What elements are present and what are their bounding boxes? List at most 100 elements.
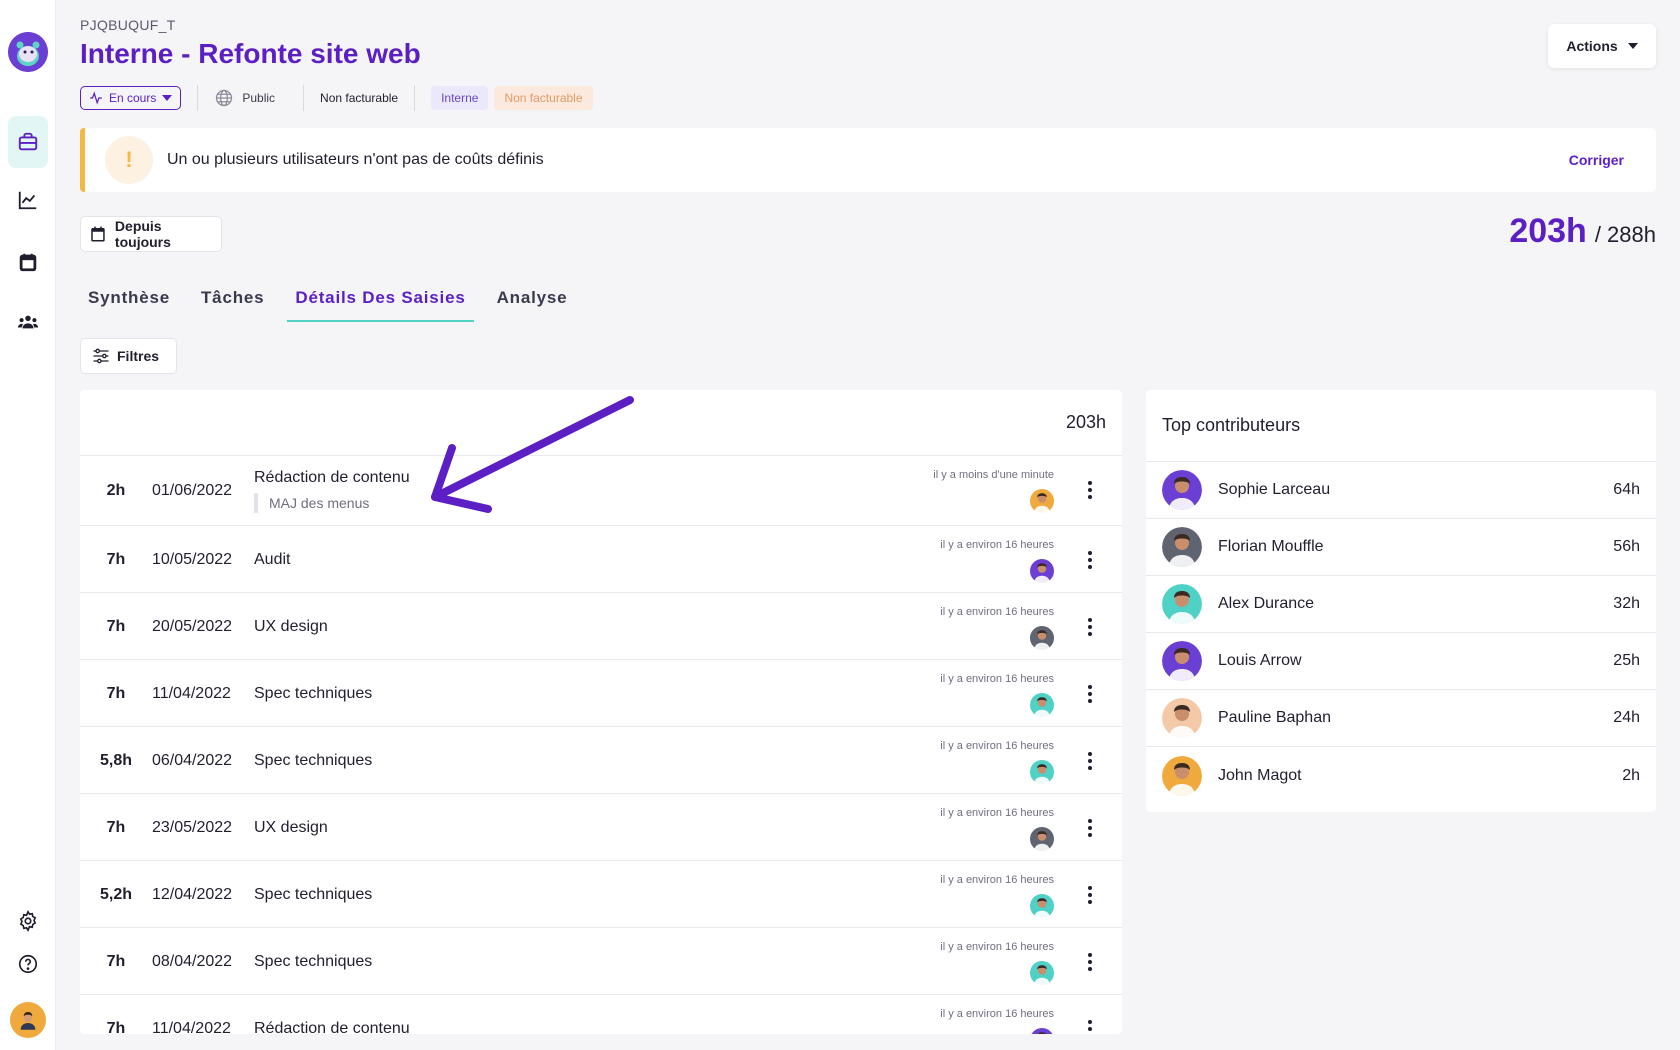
actions-button[interactable]: Actions xyxy=(1548,24,1656,68)
billing-label: Non facturable xyxy=(320,91,399,105)
nav-calendar[interactable] xyxy=(8,242,48,282)
app-logo[interactable] xyxy=(8,32,48,72)
table-row[interactable]: 7h 20/05/2022 UX design il y a environ 16 h… xyxy=(80,593,1122,660)
entry-user-avatar[interactable] xyxy=(1030,760,1054,784)
alert-message: Un ou plusieurs utilisateurs n'ont pas d… xyxy=(167,151,544,168)
tab-synthese[interactable]: Synthèse xyxy=(80,280,178,322)
contributor-name: Pauline Baphan xyxy=(1218,709,1331,726)
kebab-icon xyxy=(1088,551,1092,569)
help-icon xyxy=(18,954,38,974)
table-row[interactable]: 7h 08/04/2022 Spec techniques il y a enviro… xyxy=(80,928,1122,995)
tab-taches[interactable]: Tâches xyxy=(193,280,272,322)
contributor-row[interactable]: Pauline Baphan 24h xyxy=(1146,690,1656,747)
nav-projects[interactable] xyxy=(8,116,48,168)
more-options-button[interactable] xyxy=(1078,883,1102,907)
contributor-row[interactable]: Louis Arrow 25h xyxy=(1146,633,1656,690)
entry-user-avatar[interactable] xyxy=(1030,1028,1054,1034)
globe-icon xyxy=(216,89,233,107)
entry-task: UX design xyxy=(254,819,328,836)
contributor-name: Florian Mouffle xyxy=(1218,538,1324,555)
table-row[interactable]: 5,2h 12/04/2022 Spec techniques il y a envi… xyxy=(80,861,1122,928)
table-row[interactable]: 2h 01/06/2022 Rédaction de contenu MAJ des … xyxy=(80,456,1122,526)
chart-icon xyxy=(18,191,37,210)
project-meta: En cours Public Non facturable Interne N… xyxy=(80,85,593,111)
entry-user-avatar[interactable] xyxy=(1030,559,1054,583)
kebab-icon xyxy=(1088,953,1092,971)
entry-user-avatar[interactable] xyxy=(1030,894,1054,918)
nav-settings[interactable] xyxy=(8,901,48,941)
more-options-button[interactable] xyxy=(1078,478,1102,502)
entry-updated: il y a moins d'une minute xyxy=(933,469,1054,481)
more-options-button[interactable] xyxy=(1078,749,1102,773)
entry-duration: 5,2h xyxy=(99,886,132,903)
contributor-name: Alex Durance xyxy=(1218,595,1315,612)
contributor-avatar xyxy=(1162,584,1202,624)
table-row[interactable]: 7h 11/04/2022 Spec techniques il y a enviro… xyxy=(80,660,1122,727)
more-options-button[interactable] xyxy=(1078,816,1102,840)
entry-user-avatar[interactable] xyxy=(1030,489,1054,513)
filters-label: Filtres xyxy=(117,348,160,364)
calendar-icon xyxy=(91,226,105,242)
kebab-icon xyxy=(1088,886,1092,904)
entry-date: 11/04/2022 xyxy=(152,1020,231,1034)
tag-interne: Interne xyxy=(431,86,489,110)
chevron-down-icon xyxy=(162,95,173,101)
entry-duration: 7h xyxy=(106,685,126,702)
hours-total: 203h / 288h xyxy=(1509,212,1656,251)
entry-updated: il y a environ 16 heures xyxy=(940,807,1054,819)
fix-button[interactable]: Corriger xyxy=(1569,152,1624,168)
contributor-row[interactable]: John Magot 2h xyxy=(1146,747,1656,804)
entry-task: Rédaction de contenu xyxy=(254,1020,410,1034)
contributor-hours: 25h xyxy=(1613,652,1640,669)
entry-date: 20/05/2022 xyxy=(152,618,233,635)
briefcase-icon xyxy=(18,132,38,151)
entry-date: 06/04/2022 xyxy=(152,752,233,769)
more-options-button[interactable] xyxy=(1078,615,1102,639)
entry-user-avatar[interactable] xyxy=(1030,961,1054,985)
contributor-row[interactable]: Florian Mouffle 56h xyxy=(1146,519,1656,576)
entry-user-avatar[interactable] xyxy=(1030,827,1054,851)
status-dropdown[interactable]: En cours xyxy=(80,86,182,110)
more-options-button[interactable] xyxy=(1078,950,1102,974)
entry-user-avatar[interactable] xyxy=(1030,626,1054,650)
contributor-hours: 56h xyxy=(1613,538,1640,555)
tab-analyse[interactable]: Analyse xyxy=(489,280,576,322)
contributor-hours: 24h xyxy=(1613,709,1640,726)
entry-date: 11/04/2022 xyxy=(152,685,231,702)
page-title: Interne - Refonte site web xyxy=(80,38,421,69)
contributor-row[interactable]: Alex Durance 32h xyxy=(1146,576,1656,633)
entry-user-avatar[interactable] xyxy=(1030,693,1054,717)
contributor-avatar xyxy=(1162,698,1202,738)
contributor-name: Louis Arrow xyxy=(1218,652,1302,669)
entry-updated: il y a environ 16 heures xyxy=(940,673,1054,685)
contributor-row[interactable]: Sophie Larceau 64h xyxy=(1146,462,1656,519)
table-row[interactable]: 7h 23/05/2022 UX design il y a environ 16 h… xyxy=(80,794,1122,861)
table-row[interactable]: 7h 10/05/2022 Audit il y a environ 16 heure… xyxy=(80,526,1122,593)
entry-task: Spec techniques xyxy=(254,685,373,702)
entry-task: Spec techniques xyxy=(254,953,373,970)
period-label: Depuis toujours xyxy=(114,218,171,250)
filters-button[interactable]: Filtres xyxy=(80,338,177,374)
entry-duration: 7h xyxy=(106,819,126,836)
contributor-hours: 32h xyxy=(1613,595,1640,612)
more-options-button[interactable] xyxy=(1078,548,1102,572)
entry-note: MAJ des menus xyxy=(254,493,369,513)
entry-task: Rédaction de contenu xyxy=(254,469,410,486)
user-avatar[interactable] xyxy=(10,1002,46,1038)
entry-updated: il y a environ 16 heures xyxy=(940,1008,1054,1020)
more-options-button[interactable] xyxy=(1078,1017,1102,1034)
period-selector[interactable]: Depuis toujours xyxy=(80,216,222,252)
time-entries-table: 203h 2h 01/06/2022 Rédaction de contenu MAJ… xyxy=(80,390,1122,1034)
tab-details-saisies[interactable]: Détails Des Saisies xyxy=(287,280,474,322)
nav-team[interactable] xyxy=(8,302,48,342)
nav-help[interactable] xyxy=(8,944,48,984)
more-options-button[interactable] xyxy=(1078,682,1102,706)
nav-reports[interactable] xyxy=(8,180,48,220)
table-row[interactable]: 5,8h 06/04/2022 Spec techniques il y a envi… xyxy=(80,727,1122,794)
table-row[interactable]: 7h 11/04/2022 Rédaction de contenu il y a e… xyxy=(80,995,1122,1034)
contributor-hours: 2h xyxy=(1622,766,1640,784)
kebab-icon xyxy=(1088,685,1092,703)
calendar-icon xyxy=(19,253,37,272)
gear-icon xyxy=(19,910,37,932)
contributor-name: John Magot xyxy=(1218,766,1302,784)
